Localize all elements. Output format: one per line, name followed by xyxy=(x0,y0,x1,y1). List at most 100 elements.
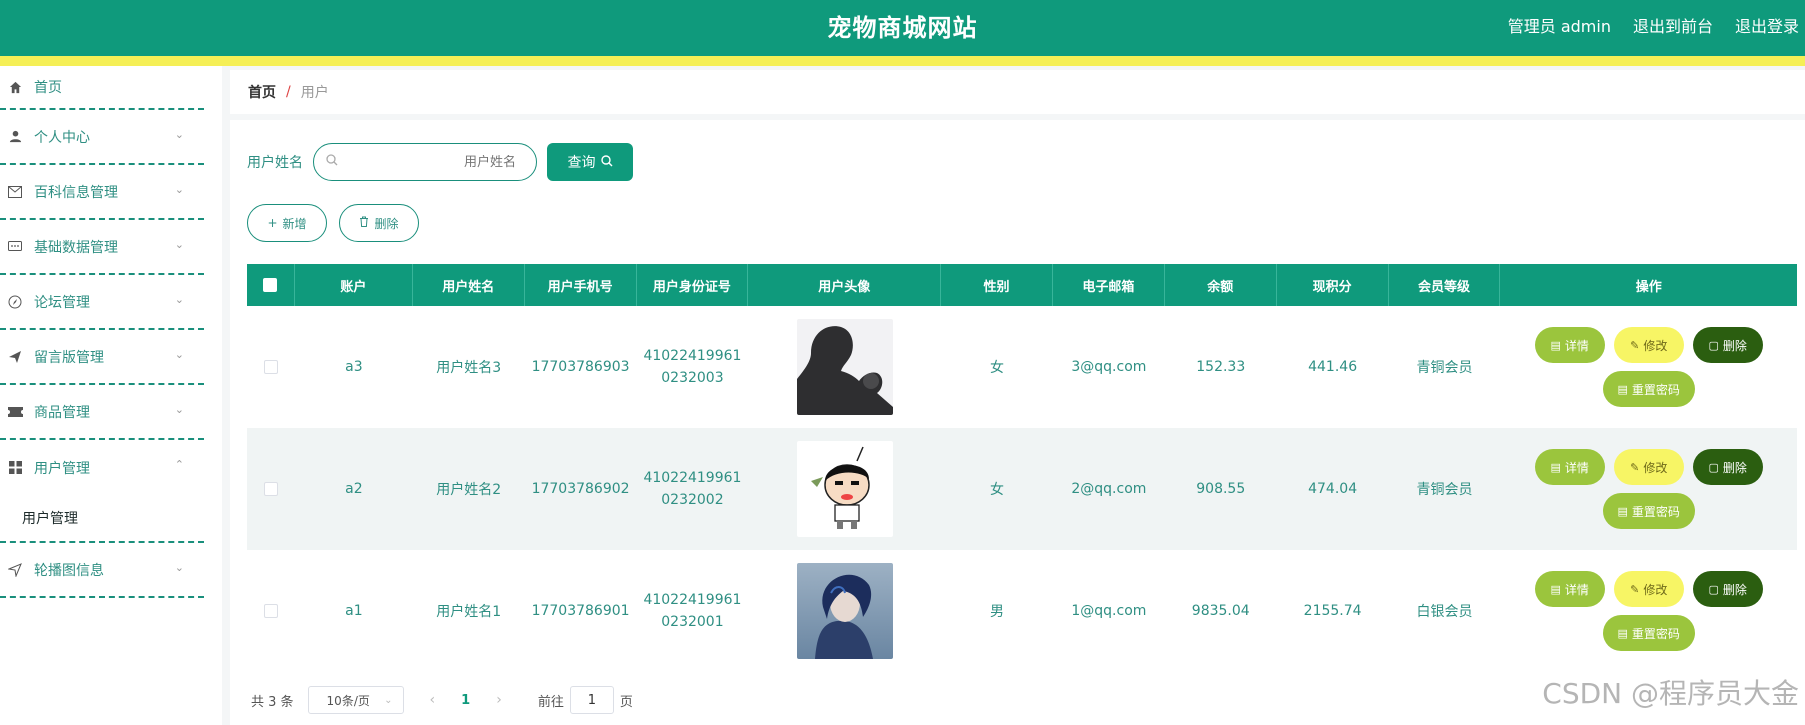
breadcrumb: 首页 / 用户 xyxy=(230,70,1805,114)
reset-password-button[interactable]: ▤ 重置密码 xyxy=(1602,615,1695,651)
cell-id-card: 41022419961 0232001 xyxy=(637,550,749,672)
row-checkbox[interactable] xyxy=(263,604,278,618)
cell-level: 白银会员 xyxy=(1416,604,1473,620)
sidebar-item-label: 轮播图信息 xyxy=(34,562,104,579)
sidebar-item-guestbook[interactable]: 留言版管理 ⌄ xyxy=(0,330,204,385)
submenu-item-user-management[interactable]: 用户管理 xyxy=(0,495,204,543)
goto-page-input[interactable]: 1 xyxy=(569,686,614,714)
cell-actions: ▤ 详情 ✎ 修改 ▢ 删除 ▤ 重置密码 xyxy=(1500,306,1797,428)
select-all-checkbox[interactable] xyxy=(263,278,278,292)
sidebar-item-products[interactable]: 商品管理 ⌄ xyxy=(0,385,204,440)
cell-phone: 17703786903 xyxy=(531,359,630,375)
cell-gender: 女 xyxy=(990,360,1005,376)
cell-balance: 152.33 xyxy=(1196,359,1246,375)
chevron-down-icon: ⌄ xyxy=(174,293,184,306)
sidebar-item-users[interactable]: 用户管理 ⌃ xyxy=(0,440,204,495)
sidebar-item-home[interactable]: 首页 xyxy=(0,66,204,110)
search-icon xyxy=(600,154,613,170)
logout-link[interactable]: 退出登录 xyxy=(1735,13,1799,37)
sidebar-item-label: 商品管理 xyxy=(34,404,90,421)
delete-button[interactable]: ▢ 删除 xyxy=(1692,449,1763,485)
header-links: 管理员 admin 退出到前台 退出登录 xyxy=(1508,13,1799,37)
sidebar-item-label: 基础数据管理 xyxy=(34,239,118,256)
send-icon xyxy=(6,350,24,364)
sidebar-item-base-data[interactable]: 基础数据管理 ⌄ xyxy=(0,220,204,275)
cell-name: 用户姓名2 xyxy=(436,482,502,498)
navigation-icon xyxy=(6,562,24,577)
edit-label: 修改 xyxy=(1643,460,1668,475)
edit-button[interactable]: ✎ 修改 xyxy=(1613,327,1684,363)
chevron-down-icon: ⌄ xyxy=(174,183,184,196)
detail-button[interactable]: ▤ 详情 xyxy=(1534,449,1605,485)
cell-points: 2155.74 xyxy=(1303,603,1362,619)
document-icon: ▤ xyxy=(1617,626,1628,640)
cell-email: 1@qq.com xyxy=(1071,603,1147,619)
trash-icon: ▢ xyxy=(1708,582,1719,596)
mail-icon xyxy=(6,185,24,198)
column-header: 余额 xyxy=(1165,264,1277,306)
cell-name: 用户姓名1 xyxy=(436,604,502,620)
chevron-down-icon: ⌄ xyxy=(174,238,184,251)
reset-label: 重置密码 xyxy=(1631,626,1680,641)
id-line: 0232003 xyxy=(661,370,724,386)
document-icon: ▤ xyxy=(1550,460,1561,474)
id-line: 41022419961 xyxy=(643,592,742,608)
compass-icon xyxy=(6,295,24,309)
next-page-button[interactable]: › xyxy=(496,692,502,708)
sidebar-item-carousel[interactable]: 轮播图信息 ⌄ xyxy=(0,543,204,598)
detail-label: 详情 xyxy=(1564,582,1589,597)
chevron-up-icon: ⌃ xyxy=(174,458,184,471)
cell-id-card: 41022419961 0232002 xyxy=(637,428,749,550)
detail-button[interactable]: ▤ 详情 xyxy=(1534,327,1605,363)
detail-button[interactable]: ▤ 详情 xyxy=(1534,571,1605,607)
search-input[interactable] xyxy=(346,154,532,170)
search-field[interactable] xyxy=(313,143,537,181)
query-button[interactable]: 查询 xyxy=(547,143,633,181)
prev-page-button[interactable]: ‹ xyxy=(430,692,436,708)
row-checkbox[interactable] xyxy=(263,482,278,496)
sidebar-item-forum[interactable]: 论坛管理 ⌄ xyxy=(0,275,204,330)
sidebar-item-encyclopedia[interactable]: 百科信息管理 ⌄ xyxy=(0,165,204,220)
edit-button[interactable]: ✎ 修改 xyxy=(1613,449,1684,485)
reset-password-button[interactable]: ▤ 重置密码 xyxy=(1602,371,1695,407)
cell-id-card: 41022419961 0232003 xyxy=(637,306,749,428)
csdn-watermark: CSDN @程序员大金 xyxy=(1542,677,1799,710)
sidebar-item-label: 百科信息管理 xyxy=(34,184,118,201)
edit-label: 修改 xyxy=(1643,338,1668,353)
table-row: a1 用户姓名1 17703786901 41022419961 0232001 … xyxy=(247,550,1797,672)
sidebar-item-profile[interactable]: 个人中心 ⌄ xyxy=(0,110,204,165)
page-number[interactable]: 1 xyxy=(461,693,470,708)
cell-balance: 908.55 xyxy=(1196,481,1246,497)
batch-delete-button[interactable]: 删除 xyxy=(339,204,419,242)
delete-label: 删除 xyxy=(1722,582,1747,597)
cell-avatar xyxy=(748,306,941,428)
grid-icon xyxy=(6,461,24,474)
ticket-icon xyxy=(6,406,24,417)
delete-button[interactable]: ▢ 删除 xyxy=(1692,327,1763,363)
column-header: 用户姓名 xyxy=(413,264,525,306)
id-line: 0232002 xyxy=(661,492,724,508)
cell-points: 441.46 xyxy=(1308,359,1358,375)
sidebar-item-label: 论坛管理 xyxy=(34,294,90,311)
delete-button[interactable]: ▢ 删除 xyxy=(1692,571,1763,607)
chevron-down-icon: ⌄ xyxy=(384,694,393,706)
cell-name: 用户姓名3 xyxy=(436,360,502,376)
breadcrumb-home[interactable]: 首页 xyxy=(248,82,276,102)
cell-avatar xyxy=(748,550,941,672)
select-all-cell xyxy=(247,264,295,306)
exit-to-front-link[interactable]: 退出到前台 xyxy=(1633,13,1713,37)
row-checkbox[interactable] xyxy=(263,360,278,374)
edit-button[interactable]: ✎ 修改 xyxy=(1613,571,1684,607)
delete-button-label: 删除 xyxy=(374,216,399,231)
page-size-select[interactable]: 10条/页 ⌄ xyxy=(307,686,404,714)
add-button[interactable]: + 新增 xyxy=(247,204,327,242)
search-label: 用户姓名 xyxy=(247,155,303,171)
admin-label[interactable]: 管理员 admin xyxy=(1508,13,1611,37)
cell-balance: 9835.04 xyxy=(1191,603,1250,619)
cell-level: 青铜会员 xyxy=(1416,482,1473,498)
column-header: 现积分 xyxy=(1277,264,1389,306)
query-button-label: 查询 xyxy=(567,155,596,171)
reset-password-button[interactable]: ▤ 重置密码 xyxy=(1602,493,1695,529)
table-row: a2 用户姓名2 17703786902 41022419961 0232002 xyxy=(247,428,1797,550)
column-header: 用户身份证号 xyxy=(637,264,749,306)
